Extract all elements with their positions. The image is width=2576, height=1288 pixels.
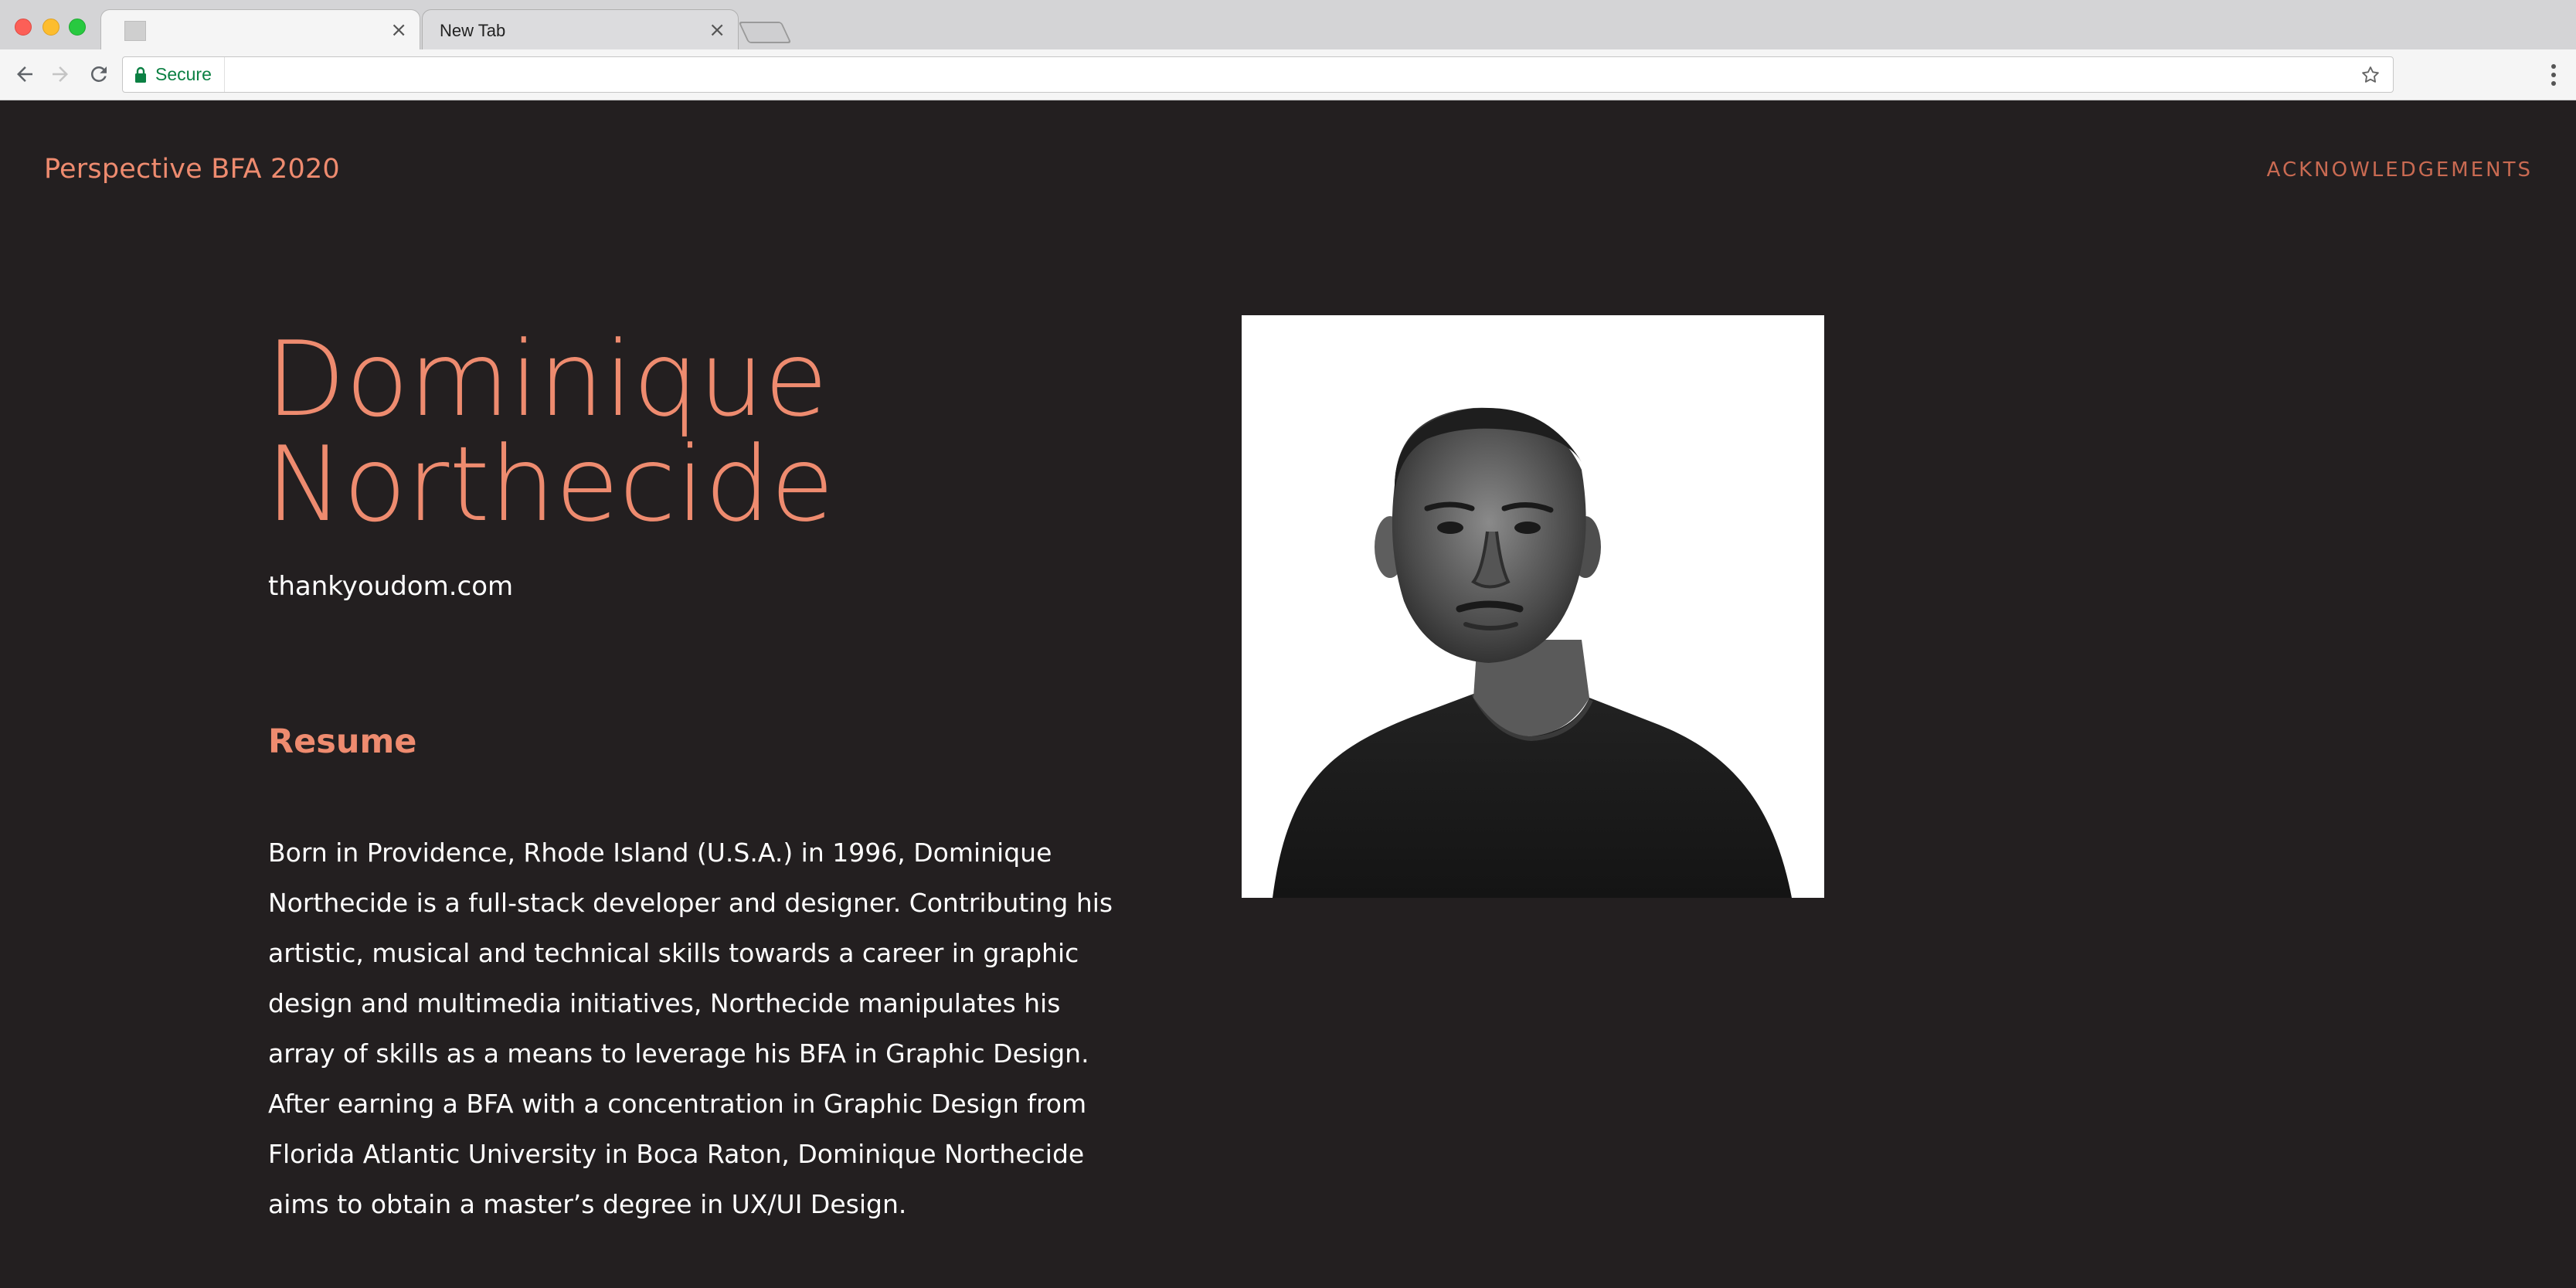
bio-line: artistic, musical and technical skills t… — [268, 938, 1079, 968]
new-tab-button[interactable] — [738, 22, 792, 43]
address-bar[interactable]: Secure — [122, 56, 2394, 93]
tab-active[interactable]: × — [100, 9, 420, 49]
browser-toolbar: Secure — [0, 49, 2576, 100]
secure-label: Secure — [155, 64, 212, 84]
bio-line: array of skills as a means to leverage h… — [268, 1038, 1089, 1069]
star-icon — [2362, 66, 2379, 83]
arrow-left-icon — [17, 66, 32, 82]
bookmark-button[interactable] — [2357, 62, 2384, 88]
tab-new-tab[interactable]: New Tab × — [422, 9, 739, 49]
page-content: Perspective BFA 2020 ACKNOWLEDGEMENTS Do… — [0, 101, 2576, 1288]
site-title-link[interactable]: Perspective BFA 2020 — [44, 154, 340, 185]
window-minimize-button[interactable] — [42, 19, 59, 36]
bio-paragraph: Born in Providence, Rhode Island (U.S.A.… — [268, 828, 1113, 1229]
tab-title: New Tab — [440, 21, 506, 40]
lock-icon — [135, 66, 146, 83]
browser-tabstrip: × New Tab × — [0, 0, 2576, 49]
portrait-photo — [1242, 315, 1824, 898]
student-name: Dominique Northecide — [266, 327, 834, 537]
name-first: Dominique — [266, 319, 828, 440]
bio-line: Florida Atlantic University in Boca Rato… — [268, 1139, 1085, 1169]
reload-icon — [90, 66, 107, 82]
forward-button[interactable] — [45, 59, 76, 90]
nav-acknowledgements[interactable]: ACKNOWLEDGEMENTS — [2267, 158, 2533, 182]
reload-button[interactable] — [83, 59, 114, 90]
bio-line: aims to obtain a master’s degree in UX/U… — [268, 1189, 907, 1219]
page-favicon-icon — [124, 21, 146, 41]
window-zoom-button[interactable] — [69, 19, 86, 36]
close-icon[interactable]: × — [709, 16, 726, 44]
browser-menu-button[interactable] — [2542, 60, 2565, 90]
window-close-button[interactable] — [15, 19, 32, 36]
bio-line: Northecide is a full-stack developer and… — [268, 888, 1113, 918]
name-last: Northecide — [266, 424, 834, 545]
arrow-right-icon — [53, 66, 68, 82]
bio-line: After earning a BFA with a concentration… — [268, 1089, 1087, 1119]
bio-line: design and multimedia initiatives, North… — [268, 988, 1061, 1018]
back-button[interactable] — [9, 59, 40, 90]
close-icon[interactable]: × — [390, 16, 407, 44]
kebab-menu-icon — [2551, 64, 2556, 69]
website-link[interactable]: thankyoudom.com — [268, 571, 513, 602]
resume-heading: Resume — [268, 722, 417, 761]
portrait-illustration — [1242, 315, 1824, 898]
security-indicator[interactable]: Secure — [134, 57, 225, 92]
bio-line: Born in Providence, Rhode Island (U.S.A.… — [268, 838, 1052, 868]
